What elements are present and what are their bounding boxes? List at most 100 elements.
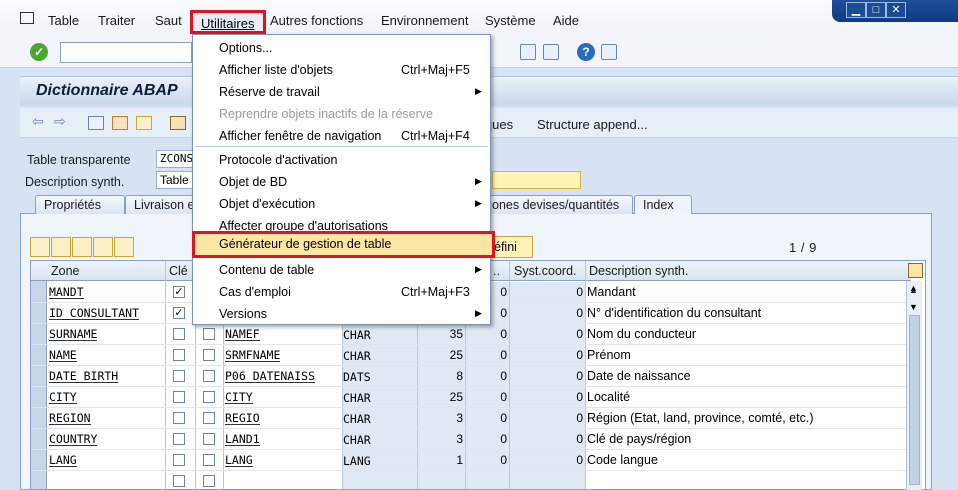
key-checkbox[interactable]: ✓ bbox=[173, 286, 185, 298]
command-field[interactable] bbox=[60, 42, 192, 63]
length-cell[interactable]: 3 bbox=[419, 411, 463, 425]
cut-icon[interactable] bbox=[30, 237, 50, 257]
menu-aide[interactable]: Aide bbox=[553, 13, 579, 28]
field-name-cell[interactable]: REGION bbox=[49, 412, 91, 425]
initial-value-checkbox[interactable] bbox=[203, 328, 215, 340]
description-cell[interactable]: Prénom bbox=[587, 348, 631, 362]
initial-value-checkbox[interactable] bbox=[203, 412, 215, 424]
description-cell[interactable]: Région (Etat, land, province, comté, etc… bbox=[587, 411, 814, 425]
description-cell[interactable]: Localité bbox=[587, 390, 630, 404]
coord-cell[interactable]: 0 bbox=[511, 348, 583, 362]
data-type-cell[interactable]: CHAR bbox=[343, 328, 371, 342]
decimals-cell[interactable]: 0 bbox=[467, 348, 507, 362]
field-name-cell[interactable]: NAME bbox=[49, 349, 77, 362]
data-element-cell[interactable]: SRMFNAME bbox=[225, 349, 281, 362]
edit-icon[interactable] bbox=[88, 116, 104, 130]
col-cle[interactable]: Clé bbox=[169, 264, 188, 278]
new-session-icon[interactable] bbox=[520, 44, 536, 60]
shortcut-icon[interactable] bbox=[543, 44, 559, 60]
data-type-cell[interactable]: DATS bbox=[343, 370, 371, 384]
dropdown-item[interactable]: Contenu de table ▶ bbox=[193, 259, 490, 281]
length-cell[interactable]: 1 bbox=[419, 453, 463, 467]
close-icon[interactable]: ✕ bbox=[886, 2, 906, 18]
col-syst-coord[interactable]: Syst.coord. bbox=[514, 264, 577, 278]
data-element-cell[interactable]: P06_DATENAISS bbox=[225, 370, 316, 383]
data-element-cell[interactable]: CITY bbox=[225, 391, 253, 404]
menu-traiter[interactable]: Traiter bbox=[98, 13, 135, 28]
length-cell[interactable]: 25 bbox=[419, 390, 463, 404]
insert-row-icon[interactable] bbox=[93, 237, 113, 257]
table-row[interactable]: COUNTRY LAND1 CHAR Clé de pays/région 3 0 0 bbox=[31, 429, 911, 450]
decimals-cell[interactable]: 0 bbox=[467, 432, 507, 446]
tab-proprietes[interactable]: Propriétés bbox=[35, 195, 125, 214]
field-name-cell[interactable]: MANDT bbox=[49, 286, 84, 299]
scroll-down-arrow-icon[interactable]: ▼ bbox=[909, 302, 918, 312]
length-cell[interactable]: 3 bbox=[419, 432, 463, 446]
dropdown-item[interactable]: Objet d'exécution ▶ bbox=[193, 193, 490, 215]
field-name-cell[interactable]: SURNAME bbox=[49, 328, 98, 341]
coord-cell[interactable]: 0 bbox=[511, 453, 583, 467]
field-name-cell[interactable]: ID_CONSULTANT bbox=[49, 307, 140, 320]
menu-saut[interactable]: Saut bbox=[155, 13, 182, 28]
data-type-cell[interactable]: CHAR bbox=[343, 391, 371, 405]
description-cell[interactable]: Mandant bbox=[587, 285, 636, 299]
data-element-cell[interactable]: LAND1 bbox=[225, 433, 260, 446]
check-icon[interactable] bbox=[112, 116, 128, 130]
hierarchy-icon[interactable] bbox=[170, 116, 186, 130]
data-element-cell[interactable]: LANG bbox=[225, 454, 253, 467]
coord-cell[interactable]: 0 bbox=[511, 432, 583, 446]
table-row[interactable]: NAME SRMFNAME CHAR Prénom 25 0 0 bbox=[31, 345, 911, 366]
description-field-continued[interactable] bbox=[492, 171, 581, 189]
menu-table[interactable]: Table bbox=[48, 13, 79, 28]
menu-autres-fonctions[interactable]: Autres fonctions bbox=[270, 13, 363, 28]
key-checkbox[interactable]: ✓ bbox=[173, 307, 185, 319]
key-checkbox[interactable] bbox=[173, 412, 185, 424]
description-cell[interactable]: Date de naissance bbox=[587, 369, 691, 383]
dropdown-item[interactable]: Réserve de travail ▶ bbox=[193, 81, 490, 103]
table-row[interactable]: LANG LANG LANG Code langue 1 0 0 bbox=[31, 450, 911, 471]
tab-index[interactable]: Index bbox=[634, 195, 692, 214]
dropdown-item[interactable]: Afficher fenêtre de navigation Ctrl+Maj+F… bbox=[193, 125, 490, 147]
dropdown-item[interactable]: Options... bbox=[193, 37, 490, 59]
description-cell[interactable]: N° d'identification du consultant bbox=[587, 306, 761, 320]
data-element-cell[interactable]: REGIO bbox=[225, 412, 260, 425]
scroll-up-arrow-icon[interactable]: ▲ bbox=[909, 283, 918, 293]
description-cell[interactable]: Nom du conducteur bbox=[587, 327, 696, 341]
coord-cell[interactable]: 0 bbox=[511, 369, 583, 383]
field-name-cell[interactable]: DATE_BIRTH bbox=[49, 370, 119, 383]
key-checkbox[interactable] bbox=[173, 349, 185, 361]
description-field[interactable]: Table bbox=[156, 171, 196, 189]
empty-checkbox[interactable] bbox=[173, 475, 185, 487]
decimals-cell[interactable]: 0 bbox=[467, 369, 507, 383]
table-name-field[interactable]: ZCONS bbox=[156, 150, 196, 168]
length-cell[interactable]: 35 bbox=[419, 327, 463, 341]
key-checkbox[interactable] bbox=[173, 370, 185, 382]
table-row[interactable]: DATE_BIRTH P06_DATENAISS DATS Date de naiss… bbox=[31, 366, 911, 387]
dropdown-item[interactable]: Protocole d'activation bbox=[193, 149, 490, 171]
forward-arrow-icon[interactable]: ⇨ bbox=[54, 113, 70, 129]
tab-livraison[interactable]: Livraison e bbox=[125, 195, 195, 214]
dropdown-item[interactable]: Afficher liste d'objets Ctrl+Maj+F5 bbox=[193, 59, 490, 81]
length-cell[interactable]: 25 bbox=[419, 348, 463, 362]
delete-row-icon[interactable] bbox=[114, 237, 134, 257]
table-row[interactable]: CITY CITY CHAR Localité 25 0 0 bbox=[31, 387, 911, 408]
coord-cell[interactable]: 0 bbox=[511, 285, 583, 299]
table-row-empty[interactable] bbox=[31, 471, 911, 489]
initial-value-checkbox[interactable] bbox=[203, 433, 215, 445]
vertical-scrollbar[interactable]: ▲ bbox=[906, 281, 922, 490]
empty-checkbox[interactable] bbox=[203, 475, 215, 487]
coord-cell[interactable]: 0 bbox=[511, 327, 583, 341]
coord-cell[interactable]: 0 bbox=[511, 306, 583, 320]
predefined-type-button[interactable]: éfini bbox=[491, 236, 533, 258]
decimals-cell[interactable]: 0 bbox=[467, 327, 507, 341]
field-name-cell[interactable]: CITY bbox=[49, 391, 77, 404]
data-type-cell[interactable]: CHAR bbox=[343, 433, 371, 447]
menu-systeme[interactable]: Système bbox=[485, 13, 536, 28]
description-cell[interactable]: Clé de pays/région bbox=[587, 432, 691, 446]
initial-value-checkbox[interactable] bbox=[203, 391, 215, 403]
key-checkbox[interactable] bbox=[173, 391, 185, 403]
decimals-cell[interactable]: 0 bbox=[467, 453, 507, 467]
column-settings-icon[interactable] bbox=[908, 263, 923, 278]
dropdown-item[interactable]: Objet de BD ▶ bbox=[193, 171, 490, 193]
decimals-cell[interactable]: 0 bbox=[467, 390, 507, 404]
